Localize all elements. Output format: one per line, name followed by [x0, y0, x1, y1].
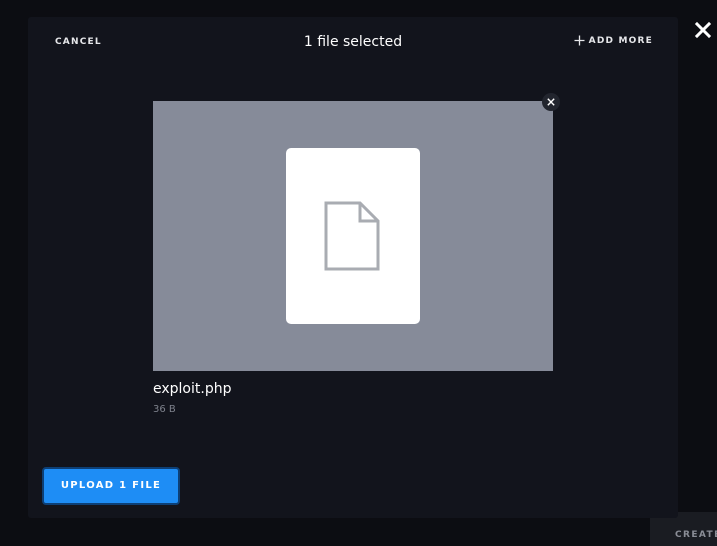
file-preview	[153, 101, 553, 371]
file-thumbnail	[286, 148, 420, 324]
add-more-button[interactable]: ADD MORE	[574, 35, 653, 46]
document-icon	[324, 201, 380, 271]
add-more-label: ADD MORE	[588, 35, 653, 46]
close-modal-button[interactable]	[692, 19, 714, 41]
plus-icon	[574, 35, 585, 46]
file-size: 36 B	[153, 404, 176, 415]
remove-file-button[interactable]	[542, 93, 560, 111]
close-icon	[694, 21, 712, 39]
file-name: exploit.php	[153, 381, 232, 397]
upload-dialog: CANCEL 1 file selected ADD MORE exploit.…	[28, 17, 678, 518]
upload-button[interactable]: UPLOAD 1 FILE	[42, 467, 180, 505]
close-icon	[547, 98, 555, 106]
